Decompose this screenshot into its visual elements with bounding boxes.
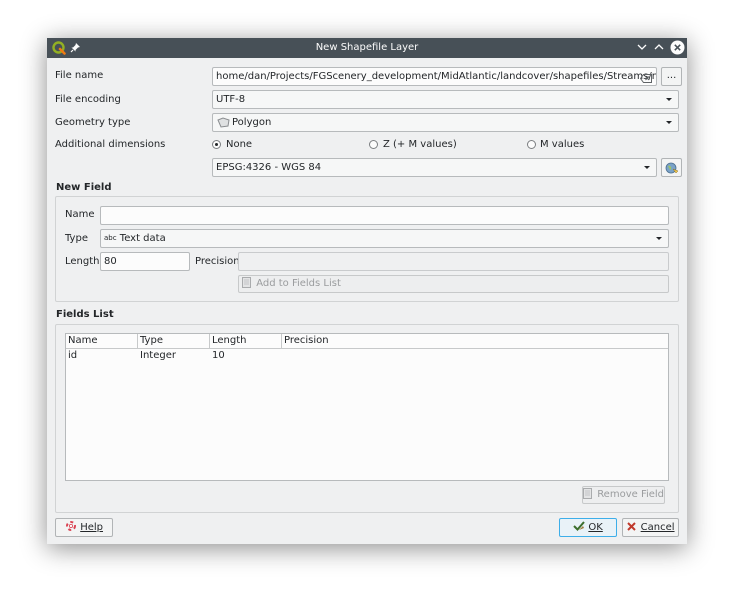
chevron-down-icon [666, 121, 672, 124]
file-encoding-label: File encoding [55, 94, 121, 105]
minimize-icon[interactable] [637, 43, 647, 54]
new-field-length-value: 80 [104, 256, 117, 267]
title-bar: New Shapefile Layer [47, 38, 687, 58]
new-field-precision-input[interactable] [238, 252, 669, 271]
crs-select-button[interactable] [661, 158, 682, 177]
chevron-down-icon [644, 166, 650, 169]
maximize-icon[interactable] [654, 43, 664, 54]
geometry-type-label: Geometry type [55, 117, 131, 128]
close-icon[interactable] [670, 40, 685, 58]
cancel-icon [626, 521, 637, 538]
remove-field-icon [583, 488, 594, 505]
table-cell-length: 10 [212, 350, 225, 361]
add-to-fields-list-button[interactable]: Add to Fields List [238, 275, 669, 293]
help-icon [65, 520, 77, 538]
column-header-precision[interactable]: Precision [282, 334, 668, 349]
check-icon [573, 520, 585, 538]
fields-table[interactable]: Name Type Length Precision id Integer 10 [65, 333, 669, 481]
new-field-name-label: Name [65, 209, 95, 220]
radio-none[interactable] [212, 140, 221, 149]
text-type-icon: abc [104, 234, 117, 242]
chevron-down-icon [666, 98, 672, 101]
globe-icon [665, 162, 679, 177]
new-field-type-label: Type [65, 233, 88, 244]
add-to-fields-list-label: Add to Fields List [256, 278, 341, 289]
fields-list-title: Fields List [56, 309, 114, 320]
remove-field-button[interactable]: Remove Field [582, 486, 665, 504]
radio-m-values[interactable] [527, 140, 536, 149]
dialog-window: New Shapefile Layer File name home/dan/P… [47, 38, 687, 544]
clear-text-icon[interactable] [639, 72, 652, 85]
new-field-length-label: Length [65, 256, 100, 267]
cancel-button[interactable]: Cancel [622, 518, 679, 537]
remove-field-label: Remove Field [597, 489, 665, 500]
additional-dimensions-label: Additional dimensions [55, 139, 166, 150]
crs-select[interactable]: EPSG:4326 - WGS 84 [212, 158, 657, 177]
add-field-icon [242, 277, 253, 294]
radio-z-m-values[interactable] [369, 140, 378, 149]
column-header-length[interactable]: Length [210, 334, 282, 349]
new-field-precision-label: Precision [195, 256, 240, 267]
browse-button[interactable]: ... [661, 67, 682, 86]
new-field-type-select[interactable]: abc Text data [100, 229, 669, 248]
table-cell-name: id [68, 350, 78, 361]
ok-label: OK [588, 522, 603, 533]
file-encoding-select[interactable]: UTF-8 [212, 90, 679, 109]
new-field-type-value: Text data [119, 233, 166, 244]
chevron-down-icon [656, 237, 662, 240]
table-row[interactable]: id Integer 10 [66, 349, 668, 363]
window-title: New Shapefile Layer [315, 42, 419, 53]
new-field-length-input[interactable]: 80 [100, 252, 190, 271]
crs-value: EPSG:4326 - WGS 84 [216, 162, 322, 173]
polygon-icon [217, 117, 230, 134]
radio-z-m-values-label: Z (+ M values) [383, 139, 457, 150]
column-header-type[interactable]: Type [138, 334, 210, 349]
column-header-name[interactable]: Name [66, 334, 138, 349]
help-button[interactable]: Help [55, 518, 113, 537]
file-name-value: home/dan/Projects/FGScenery_development/… [216, 71, 657, 82]
new-field-title: New Field [56, 182, 112, 193]
help-label: Help [80, 522, 103, 533]
file-encoding-value: UTF-8 [216, 94, 246, 105]
table-cell-type: Integer [140, 350, 176, 361]
radio-m-values-label: M values [540, 139, 585, 150]
cancel-label: Cancel [640, 522, 675, 533]
file-name-input[interactable]: home/dan/Projects/FGScenery_development/… [212, 67, 657, 86]
ok-button[interactable]: OK [559, 518, 617, 537]
geometry-type-select[interactable]: Polygon [212, 113, 679, 132]
geometry-type-value: Polygon [232, 117, 272, 128]
radio-none-label: None [226, 139, 253, 150]
file-name-label: File name [55, 70, 104, 81]
new-field-name-input[interactable] [100, 206, 669, 225]
